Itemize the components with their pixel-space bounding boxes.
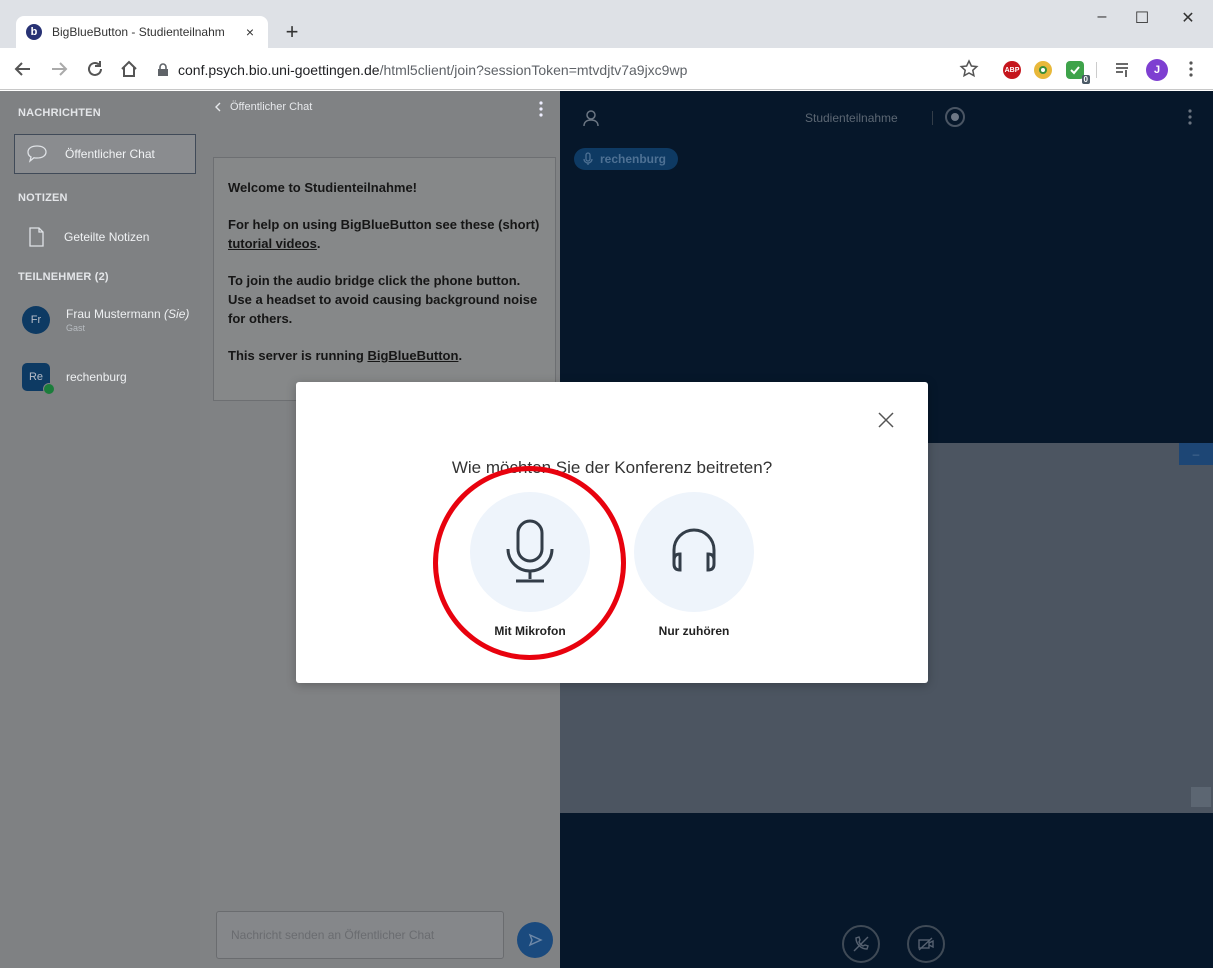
phone-muted-icon xyxy=(853,936,869,952)
listen-only-option-label: Nur zuhören xyxy=(658,624,730,638)
audio-join-modal: Wie möchten Sie der Konferenz beitreten?… xyxy=(296,382,928,683)
window-close-button[interactable]: ✕ xyxy=(1173,8,1203,28)
browser-menu-icon[interactable] xyxy=(1180,58,1202,80)
welcome-title: Welcome to Studienteilnahme! xyxy=(228,180,418,195)
close-icon[interactable] xyxy=(876,410,896,430)
notes-heading: NOTIZEN xyxy=(18,192,68,204)
new-tab-button[interactable]: + xyxy=(280,20,304,44)
user-list-sidebar: NACHRICHTEN Öffentlicher Chat NOTIZEN Ge… xyxy=(0,91,200,968)
server-text: This server is running xyxy=(228,348,364,363)
bigbluebutton-favicon-icon: b xyxy=(26,24,42,40)
forward-arrow-icon[interactable] xyxy=(48,58,70,80)
chevron-left-icon xyxy=(215,102,221,112)
tutorial-videos-link[interactable]: tutorial videos xyxy=(228,236,317,251)
participant-name: rechenburg xyxy=(66,370,127,384)
browser-toolbar: conf.psych.bio.uni-goettingen.de/html5cl… xyxy=(0,48,1213,90)
lock-icon xyxy=(158,63,168,76)
bigbluebutton-link[interactable]: BigBlueButton xyxy=(367,348,458,363)
meeting-title: Studienteilnahme xyxy=(805,111,898,125)
sidebar-item-public-chat[interactable]: Öffentlicher Chat xyxy=(14,134,196,174)
chat-message-input[interactable]: Nachricht senden an Öffentlicher Chat xyxy=(216,911,504,959)
microphone-option-circle[interactable] xyxy=(470,492,590,612)
window-minimize-button[interactable]: – xyxy=(1087,8,1117,26)
tab-close-icon[interactable]: × xyxy=(242,24,258,40)
url-host: conf.psych.bio.uni-goettingen.de xyxy=(178,62,380,78)
camera-off-icon xyxy=(918,937,934,951)
reload-icon[interactable] xyxy=(84,58,106,80)
chat-title: Öffentlicher Chat xyxy=(230,101,313,113)
join-with-microphone-button[interactable]: Mit Mikrofon xyxy=(470,492,590,638)
participant-name-text: Frau Mustermann xyxy=(66,307,161,321)
talker-name: rechenburg xyxy=(600,152,667,166)
avatar-initials: Re xyxy=(28,371,44,383)
url-path: /html5client/join?sessionToken=mtvdjtv7a… xyxy=(379,62,688,78)
chat-options-icon[interactable] xyxy=(538,101,544,117)
messages-heading: NACHRICHTEN xyxy=(18,107,101,119)
microphone-icon xyxy=(506,519,554,583)
tab-title: BigBlueButton - Studienteilnahm xyxy=(52,25,225,39)
avatar: Re xyxy=(22,363,55,395)
user-icon[interactable] xyxy=(582,109,600,127)
microphone-icon xyxy=(583,152,593,165)
welcome-message: Welcome to Studienteilnahme! For help on… xyxy=(213,157,556,401)
meeting-options-icon[interactable] xyxy=(1187,109,1193,125)
record-icon[interactable] xyxy=(945,107,965,127)
audio-paragraph: To join the audio bridge click the phone… xyxy=(228,273,538,326)
audio-muted-button[interactable] xyxy=(842,925,880,963)
you-suffix: (Sie) xyxy=(164,307,190,321)
presenter-badge-icon xyxy=(43,383,55,395)
chat-header[interactable]: Öffentlicher Chat xyxy=(212,101,312,113)
title-divider xyxy=(932,111,933,125)
browser-tab[interactable]: b BigBlueButton - Studienteilnahm × xyxy=(16,16,268,48)
extension-badge-count: 0 xyxy=(1081,75,1090,84)
back-arrow-icon[interactable] xyxy=(12,58,34,80)
help-paragraph: For help on using BigBlueButton see thes… xyxy=(228,217,540,251)
profile-avatar[interactable]: J xyxy=(1146,59,1168,81)
public-chat-label: Öffentlicher Chat xyxy=(65,147,155,161)
url-text: conf.psych.bio.uni-goettingen.de/html5cl… xyxy=(178,62,687,78)
fullscreen-icon[interactable] xyxy=(1191,787,1211,807)
reading-list-icon[interactable] xyxy=(1112,58,1134,80)
modal-title: Wie möchten Sie der Konferenz beitreten? xyxy=(451,458,773,477)
window-maximize-button[interactable]: ☐ xyxy=(1127,8,1157,28)
send-message-button[interactable] xyxy=(517,922,553,958)
participant-role: Gast xyxy=(66,323,86,333)
bookmark-star-icon[interactable] xyxy=(958,58,980,80)
toolbar-divider xyxy=(1096,62,1097,78)
chrome-extension-icon[interactable] xyxy=(1034,61,1052,79)
adblock-extension-icon[interactable]: ABP xyxy=(1003,61,1021,79)
participant-item[interactable]: Re rechenburg xyxy=(22,363,127,395)
participants-heading: TEILNEHMER (2) xyxy=(18,271,109,283)
address-bar[interactable]: conf.psych.bio.uni-goettingen.de/html5cl… xyxy=(156,56,996,84)
shared-notes-label: Geteilte Notizen xyxy=(64,230,150,244)
chat-bubble-icon xyxy=(27,145,47,163)
server-paragraph: This server is running BigBlueButton. xyxy=(228,348,463,363)
participant-item[interactable]: Fr Frau Mustermann (Sie) Gast xyxy=(22,306,189,334)
share-webcam-button[interactable] xyxy=(907,925,945,963)
sidebar-item-shared-notes[interactable]: Geteilte Notizen xyxy=(14,217,196,257)
minimize-presentation-button[interactable]: – xyxy=(1179,443,1213,465)
shield-extension-icon[interactable]: 0 xyxy=(1066,61,1090,84)
talking-indicator: rechenburg xyxy=(574,148,679,170)
home-icon[interactable] xyxy=(118,58,140,80)
help-text: For help on using BigBlueButton see thes… xyxy=(228,217,540,232)
listen-only-option-circle[interactable] xyxy=(634,492,754,612)
avatar: Fr xyxy=(22,306,50,334)
document-icon xyxy=(29,227,44,247)
browser-titlebar: b BigBlueButton - Studienteilnahm × + – … xyxy=(0,0,1213,48)
participant-name: Frau Mustermann (Sie) xyxy=(66,307,189,321)
microphone-option-label: Mit Mikrofon xyxy=(494,624,566,638)
listen-only-button[interactable]: Nur zuhören xyxy=(634,492,754,638)
headphones-icon xyxy=(672,528,716,572)
send-arrow-icon xyxy=(528,933,543,947)
